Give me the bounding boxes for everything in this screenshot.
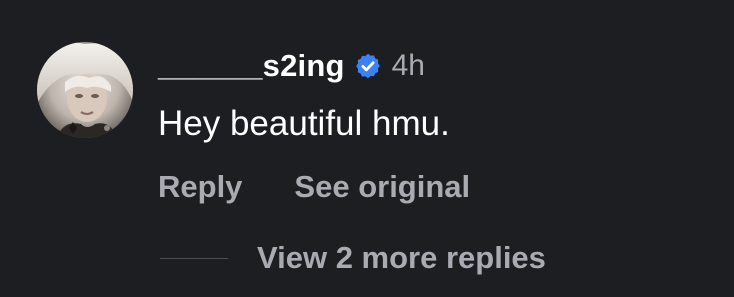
comment-timestamp: 4h: [391, 49, 425, 82]
avatar-photo: [37, 42, 133, 138]
comment-actions: Reply See original: [158, 165, 470, 209]
reply-button[interactable]: Reply: [158, 169, 242, 205]
comment-header: ______s2ing 4h: [158, 44, 425, 88]
replies-divider-line: [160, 257, 228, 259]
username-link[interactable]: ______s2ing: [158, 48, 345, 84]
view-more-replies-label: View 2 more replies: [257, 240, 546, 275]
view-more-replies-button[interactable]: View 2 more replies: [160, 236, 546, 280]
verified-badge-icon: [354, 52, 382, 80]
avatar[interactable]: [37, 42, 133, 138]
see-original-button[interactable]: See original: [294, 169, 470, 205]
comment-body: Hey beautiful hmu.: [158, 104, 450, 143]
